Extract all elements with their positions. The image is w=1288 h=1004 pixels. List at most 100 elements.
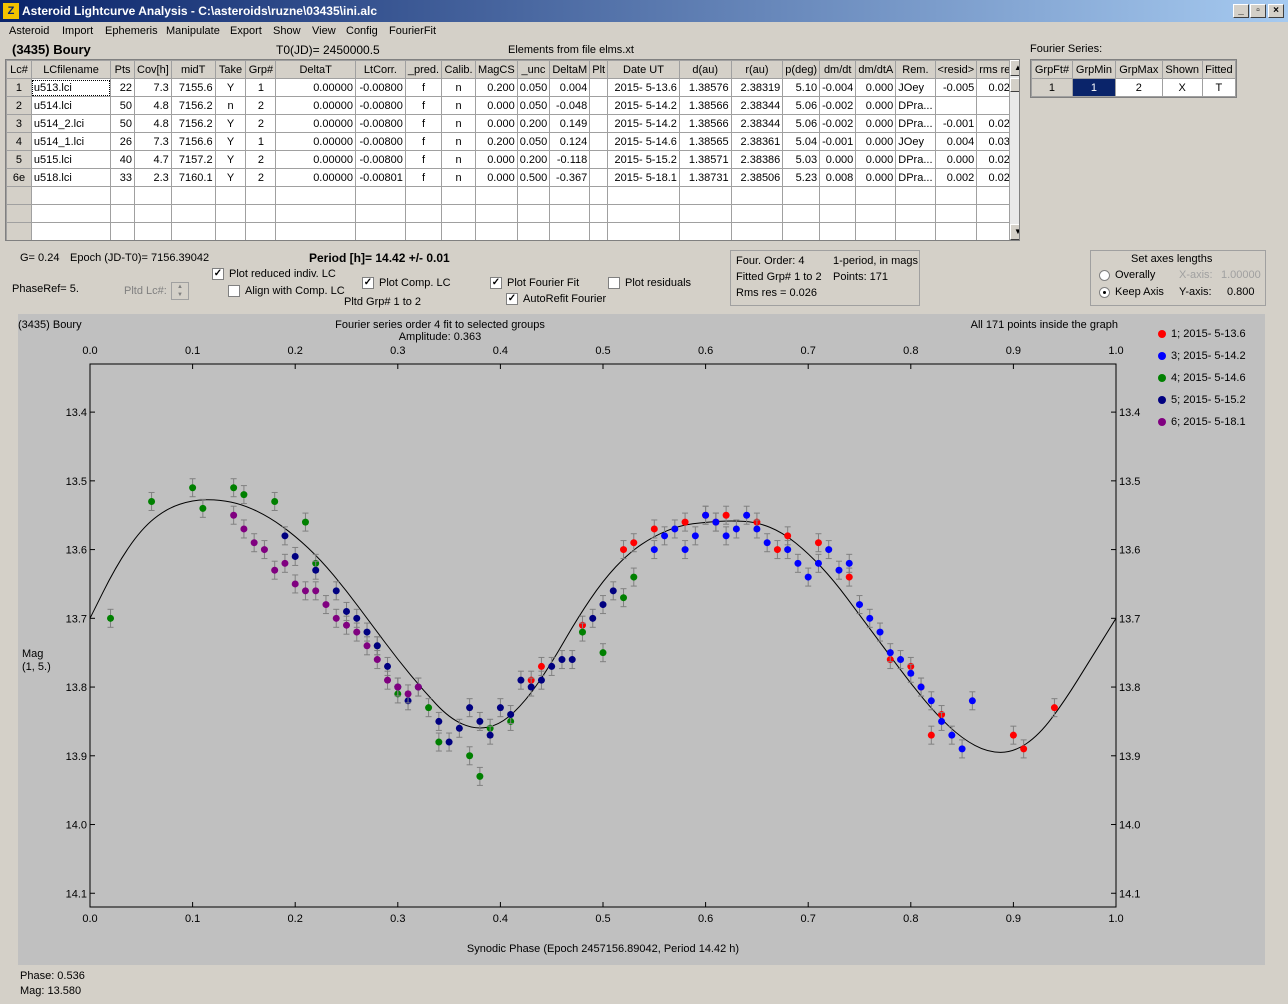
overally-radio[interactable]: Overally xyxy=(1099,269,1155,281)
column-header[interactable]: r(au) xyxy=(730,60,784,79)
table-cell[interactable]: 0.000 xyxy=(855,150,897,169)
table-cell[interactable] xyxy=(782,222,821,240)
table-row-empty[interactable] xyxy=(6,186,1019,205)
table-cell[interactable]: 0.004 xyxy=(934,132,978,151)
table-cell[interactable]: 2015- 5-14.6 xyxy=(607,132,680,151)
row-header[interactable]: 6e xyxy=(6,168,32,187)
table-cell[interactable]: Y xyxy=(214,114,247,133)
table-cell[interactable] xyxy=(678,222,732,240)
table-cell[interactable]: 4.8 xyxy=(134,114,172,133)
table-cell[interactable] xyxy=(6,204,32,223)
table-cell[interactable]: 0.000 xyxy=(475,114,518,133)
table-cell[interactable] xyxy=(589,168,609,187)
table-cell[interactable]: 0.000 xyxy=(475,96,518,115)
table-cell[interactable]: 1.38565 xyxy=(678,132,732,151)
table-cell[interactable]: JOey xyxy=(895,132,936,151)
table-row-empty[interactable] xyxy=(6,204,1019,223)
table-cell[interactable]: 0.002 xyxy=(934,168,978,187)
table-cell[interactable]: 0.008 xyxy=(819,168,857,187)
menu-view[interactable]: View xyxy=(312,25,336,37)
table-cell[interactable]: DPra... xyxy=(895,96,936,115)
table-cell[interactable]: 2.38344 xyxy=(730,96,784,115)
table-cell[interactable] xyxy=(245,186,277,205)
table-cell[interactable] xyxy=(134,222,172,240)
table-cell[interactable]: -0.118 xyxy=(549,150,591,169)
table-cell[interactable] xyxy=(6,222,32,240)
table-cell[interactable] xyxy=(607,222,680,240)
table-cell[interactable] xyxy=(607,186,680,205)
column-header[interactable]: Calib. xyxy=(441,60,477,79)
table-cell[interactable] xyxy=(475,186,518,205)
table-cell[interactable]: 0.000 xyxy=(855,114,897,133)
table-row[interactable]: 1 u513.lci 22 7.3 7155.6 Y 1 0.00000 -0.00800 f n 0… xyxy=(6,78,1019,97)
table-cell[interactable]: DPra... xyxy=(895,168,936,187)
table-cell[interactable]: 7160.1 xyxy=(170,168,216,187)
table-cell[interactable] xyxy=(110,222,135,240)
table-cell[interactable]: 5.06 xyxy=(782,114,821,133)
table-cell[interactable]: 2.38506 xyxy=(730,168,784,187)
table-cell[interactable] xyxy=(275,204,356,223)
table-cell[interactable]: f xyxy=(404,114,443,133)
plot-comp-checkbox[interactable]: ✓ Plot Comp. LC xyxy=(362,277,451,290)
table-cell[interactable] xyxy=(214,186,247,205)
table-cell[interactable]: 4.7 xyxy=(134,150,172,169)
table-cell[interactable]: 22 xyxy=(110,78,135,97)
table-cell[interactable] xyxy=(275,222,356,240)
table-cell[interactable] xyxy=(934,96,978,115)
table-cell[interactable] xyxy=(245,204,277,223)
table-cell[interactable] xyxy=(516,222,551,240)
column-header[interactable]: Lc# xyxy=(6,60,32,79)
table-cell[interactable]: 0.004 xyxy=(549,78,591,97)
table-cell[interactable]: 2015- 5-13.6 xyxy=(607,78,680,97)
column-header[interactable]: d(au) xyxy=(678,60,732,79)
table-cell[interactable] xyxy=(549,204,591,223)
column-header[interactable]: LtCorr. xyxy=(354,60,406,79)
table-cell[interactable]: 0.050 xyxy=(516,78,551,97)
column-header[interactable]: Plt xyxy=(589,60,609,79)
menu-import[interactable]: Import xyxy=(62,25,93,37)
table-cell[interactable]: 5.23 xyxy=(782,168,821,187)
table-cell[interactable]: 5.03 xyxy=(782,150,821,169)
table-cell[interactable] xyxy=(589,204,609,223)
row-header[interactable]: 3 xyxy=(6,114,32,133)
table-cell[interactable]: 50 xyxy=(110,96,135,115)
table-cell[interactable]: u513.lci xyxy=(30,78,112,97)
table-cell[interactable]: -0.001 xyxy=(819,132,857,151)
table-cell[interactable] xyxy=(516,204,551,223)
table-cell[interactable] xyxy=(404,222,443,240)
table-cell[interactable]: n xyxy=(441,114,477,133)
table-cell[interactable]: 0.149 xyxy=(549,114,591,133)
column-header[interactable]: _unc xyxy=(516,60,551,79)
table-cell[interactable] xyxy=(855,204,897,223)
table-cell[interactable]: n xyxy=(441,150,477,169)
table-cell[interactable] xyxy=(895,204,936,223)
table-cell[interactable] xyxy=(607,204,680,223)
table-cell[interactable]: -0.00801 xyxy=(354,168,406,187)
table-cell[interactable]: 1.38571 xyxy=(678,150,732,169)
table-cell[interactable]: -0.00800 xyxy=(354,114,406,133)
table-cell[interactable] xyxy=(214,204,247,223)
minimize-button[interactable]: _ xyxy=(1233,4,1249,18)
table-cell[interactable]: 1.38576 xyxy=(678,78,732,97)
table-cell[interactable]: 50 xyxy=(110,114,135,133)
column-header[interactable]: Date UT xyxy=(607,60,680,79)
column-header[interactable]: <resid> xyxy=(934,60,978,79)
table-cell[interactable]: 0.124 xyxy=(549,132,591,151)
fourier-cell-fitted[interactable]: T xyxy=(1201,78,1237,97)
plot-canvas[interactable]: (3435) Boury Fourier series order 4 fit t… xyxy=(18,314,1265,965)
table-cell[interactable]: 0.200 xyxy=(475,132,518,151)
table-cell[interactable]: 0.200 xyxy=(516,114,551,133)
table-cell[interactable]: -0.002 xyxy=(819,96,857,115)
column-header[interactable]: Rem. xyxy=(895,60,936,79)
table-cell[interactable]: u514_1.lci xyxy=(30,132,112,151)
table-cell[interactable] xyxy=(30,204,112,223)
plot-reduced-checkbox[interactable]: ✓ Plot reduced indiv. LC xyxy=(212,268,336,281)
table-cell[interactable]: f xyxy=(404,150,443,169)
table-cell[interactable] xyxy=(354,186,406,205)
table-cell[interactable] xyxy=(30,186,112,205)
table-cell[interactable]: 0.000 xyxy=(855,78,897,97)
table-cell[interactable]: 2 xyxy=(245,150,277,169)
table-cell[interactable]: -0.048 xyxy=(549,96,591,115)
table-cell[interactable] xyxy=(589,78,609,97)
table-cell[interactable]: 0.000 xyxy=(819,150,857,169)
